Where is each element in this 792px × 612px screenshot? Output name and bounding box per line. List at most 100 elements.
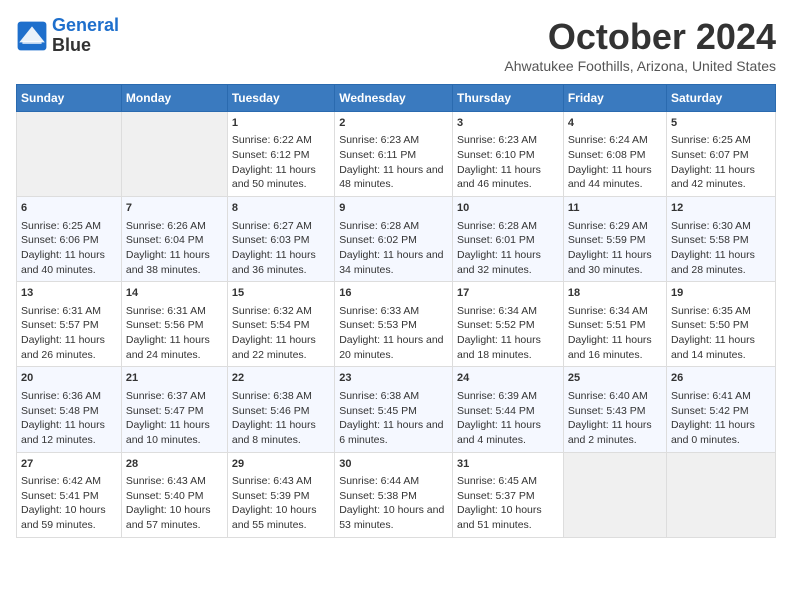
daylight-text: Daylight: 11 hours and 32 minutes. <box>457 248 559 277</box>
daylight-text: Daylight: 11 hours and 2 minutes. <box>568 418 662 447</box>
daylight-text: Daylight: 11 hours and 16 minutes. <box>568 333 662 362</box>
calendar-cell: 5Sunrise: 6:25 AMSunset: 6:07 PMDaylight… <box>666 112 775 197</box>
day-number: 5 <box>671 116 771 131</box>
weekday-header-wednesday: Wednesday <box>335 85 453 112</box>
sunrise-text: Sunrise: 6:23 AM <box>457 133 559 148</box>
calendar-cell: 1Sunrise: 6:22 AMSunset: 6:12 PMDaylight… <box>227 112 334 197</box>
sunrise-text: Sunrise: 6:25 AM <box>671 133 771 148</box>
sunset-text: Sunset: 5:42 PM <box>671 404 771 419</box>
calendar-cell: 24Sunrise: 6:39 AMSunset: 5:44 PMDayligh… <box>453 367 564 452</box>
sunrise-text: Sunrise: 6:32 AM <box>232 304 330 319</box>
calendar-cell: 3Sunrise: 6:23 AMSunset: 6:10 PMDaylight… <box>453 112 564 197</box>
sunset-text: Sunset: 6:06 PM <box>21 233 117 248</box>
sunrise-text: Sunrise: 6:23 AM <box>339 133 448 148</box>
location: Ahwatukee Foothills, Arizona, United Sta… <box>504 58 776 74</box>
sunrise-text: Sunrise: 6:30 AM <box>671 219 771 234</box>
calendar-cell: 22Sunrise: 6:38 AMSunset: 5:46 PMDayligh… <box>227 367 334 452</box>
day-number: 2 <box>339 116 448 131</box>
calendar-cell: 17Sunrise: 6:34 AMSunset: 5:52 PMDayligh… <box>453 282 564 367</box>
logo-text: General Blue <box>52 16 119 56</box>
day-number: 22 <box>232 371 330 386</box>
day-number: 31 <box>457 457 559 472</box>
day-number: 1 <box>232 116 330 131</box>
daylight-text: Daylight: 11 hours and 30 minutes. <box>568 248 662 277</box>
calendar-cell: 26Sunrise: 6:41 AMSunset: 5:42 PMDayligh… <box>666 367 775 452</box>
sunrise-text: Sunrise: 6:42 AM <box>21 474 117 489</box>
daylight-text: Daylight: 11 hours and 6 minutes. <box>339 418 448 447</box>
weekday-header-row: SundayMondayTuesdayWednesdayThursdayFrid… <box>17 85 776 112</box>
weekday-header-tuesday: Tuesday <box>227 85 334 112</box>
sunset-text: Sunset: 5:58 PM <box>671 233 771 248</box>
weekday-header-sunday: Sunday <box>17 85 122 112</box>
day-number: 14 <box>126 286 223 301</box>
day-number: 17 <box>457 286 559 301</box>
daylight-text: Daylight: 10 hours and 57 minutes. <box>126 503 223 532</box>
sunrise-text: Sunrise: 6:28 AM <box>339 219 448 234</box>
day-number: 7 <box>126 201 223 216</box>
sunrise-text: Sunrise: 6:29 AM <box>568 219 662 234</box>
daylight-text: Daylight: 10 hours and 59 minutes. <box>21 503 117 532</box>
daylight-text: Daylight: 11 hours and 22 minutes. <box>232 333 330 362</box>
sunset-text: Sunset: 5:56 PM <box>126 318 223 333</box>
weekday-header-monday: Monday <box>121 85 227 112</box>
day-number: 25 <box>568 371 662 386</box>
day-number: 10 <box>457 201 559 216</box>
sunrise-text: Sunrise: 6:45 AM <box>457 474 559 489</box>
day-number: 28 <box>126 457 223 472</box>
sunset-text: Sunset: 6:02 PM <box>339 233 448 248</box>
daylight-text: Daylight: 11 hours and 10 minutes. <box>126 418 223 447</box>
day-number: 19 <box>671 286 771 301</box>
sunrise-text: Sunrise: 6:31 AM <box>126 304 223 319</box>
sunrise-text: Sunrise: 6:38 AM <box>232 389 330 404</box>
sunset-text: Sunset: 6:11 PM <box>339 148 448 163</box>
calendar-cell: 13Sunrise: 6:31 AMSunset: 5:57 PMDayligh… <box>17 282 122 367</box>
sunrise-text: Sunrise: 6:24 AM <box>568 133 662 148</box>
calendar-cell: 31Sunrise: 6:45 AMSunset: 5:37 PMDayligh… <box>453 452 564 537</box>
daylight-text: Daylight: 10 hours and 55 minutes. <box>232 503 330 532</box>
day-number: 27 <box>21 457 117 472</box>
day-number: 24 <box>457 371 559 386</box>
day-number: 6 <box>21 201 117 216</box>
sunrise-text: Sunrise: 6:33 AM <box>339 304 448 319</box>
calendar-cell: 28Sunrise: 6:43 AMSunset: 5:40 PMDayligh… <box>121 452 227 537</box>
sunset-text: Sunset: 5:47 PM <box>126 404 223 419</box>
sunrise-text: Sunrise: 6:27 AM <box>232 219 330 234</box>
daylight-text: Daylight: 11 hours and 42 minutes. <box>671 163 771 192</box>
calendar-cell: 20Sunrise: 6:36 AMSunset: 5:48 PMDayligh… <box>17 367 122 452</box>
day-number: 23 <box>339 371 448 386</box>
sunrise-text: Sunrise: 6:34 AM <box>568 304 662 319</box>
week-row-3: 13Sunrise: 6:31 AMSunset: 5:57 PMDayligh… <box>17 282 776 367</box>
daylight-text: Daylight: 11 hours and 38 minutes. <box>126 248 223 277</box>
day-number: 13 <box>21 286 117 301</box>
calendar-cell: 23Sunrise: 6:38 AMSunset: 5:45 PMDayligh… <box>335 367 453 452</box>
sunrise-text: Sunrise: 6:43 AM <box>232 474 330 489</box>
calendar-cell: 29Sunrise: 6:43 AMSunset: 5:39 PMDayligh… <box>227 452 334 537</box>
sunrise-text: Sunrise: 6:39 AM <box>457 389 559 404</box>
day-number: 30 <box>339 457 448 472</box>
calendar-cell: 7 Sunrise: 6:26 AMSunset: 6:04 PMDaylight… <box>121 197 227 282</box>
sunrise-text: Sunrise: 6:26 AM <box>126 219 223 234</box>
weekday-header-thursday: Thursday <box>453 85 564 112</box>
sunset-text: Sunset: 5:40 PM <box>126 489 223 504</box>
calendar-cell <box>563 452 666 537</box>
sunset-text: Sunset: 6:04 PM <box>126 233 223 248</box>
sunset-text: Sunset: 5:59 PM <box>568 233 662 248</box>
daylight-text: Daylight: 11 hours and 20 minutes. <box>339 333 448 362</box>
sunset-text: Sunset: 5:52 PM <box>457 318 559 333</box>
sunset-text: Sunset: 5:57 PM <box>21 318 117 333</box>
calendar-cell: 27Sunrise: 6:42 AMSunset: 5:41 PMDayligh… <box>17 452 122 537</box>
calendar-cell: 30Sunrise: 6:44 AMSunset: 5:38 PMDayligh… <box>335 452 453 537</box>
sunset-text: Sunset: 5:48 PM <box>21 404 117 419</box>
daylight-text: Daylight: 11 hours and 48 minutes. <box>339 163 448 192</box>
sunrise-text: Sunrise: 6:40 AM <box>568 389 662 404</box>
calendar-cell: 15Sunrise: 6:32 AMSunset: 5:54 PMDayligh… <box>227 282 334 367</box>
sunrise-text: Sunrise: 6:38 AM <box>339 389 448 404</box>
calendar-cell: 10Sunrise: 6:28 AMSunset: 6:01 PMDayligh… <box>453 197 564 282</box>
day-number: 4 <box>568 116 662 131</box>
page-header: General Blue October 2024 Ahwatukee Foot… <box>16 16 776 74</box>
sunset-text: Sunset: 6:12 PM <box>232 148 330 163</box>
day-number: 20 <box>21 371 117 386</box>
month-title: October 2024 <box>504 16 776 58</box>
day-number: 26 <box>671 371 771 386</box>
daylight-text: Daylight: 11 hours and 26 minutes. <box>21 333 117 362</box>
